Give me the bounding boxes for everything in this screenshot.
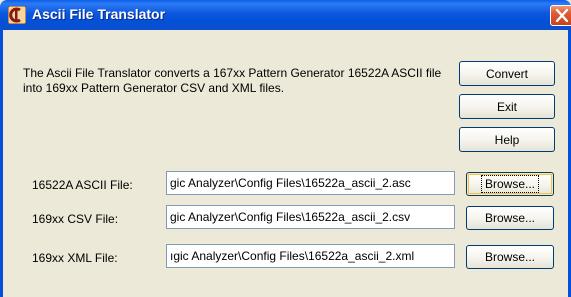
xml-file-path: ıgic Analyzer\Config Files\16522a_ascii_…	[170, 249, 415, 263]
exit-button[interactable]: Exit	[459, 94, 555, 119]
window-title: Ascii File Translator	[32, 6, 166, 22]
window-frame-left	[0, 30, 3, 297]
csv-file-label: 169xx CSV File:	[32, 212, 119, 226]
help-button[interactable]: Help	[459, 127, 555, 152]
xml-file-field[interactable]: ıgic Analyzer\Config Files\16522a_ascii_…	[166, 244, 455, 268]
close-button[interactable]	[550, 5, 571, 26]
xml-file-label: 169xx XML File:	[32, 251, 118, 265]
ascii-file-translator-window: Ascii File Translator The Ascii File Tra…	[0, 0, 571, 297]
ascii-file-field[interactable]: gic Analyzer\Config Files\16522a_ascii_2…	[166, 171, 455, 195]
csv-file-field[interactable]: gic Analyzer\Config Files\16522a_ascii_2…	[166, 205, 455, 229]
browse-ascii-button[interactable]: Browse...	[466, 172, 554, 196]
exit-button-label: Exit	[496, 99, 517, 114]
convert-button[interactable]: Convert	[459, 61, 555, 86]
close-icon	[555, 8, 569, 23]
ascii-file-path: gic Analyzer\Config Files\16522a_ascii_2…	[170, 176, 411, 190]
title-bar[interactable]: Ascii File Translator	[0, 0, 571, 30]
convert-button-label: Convert	[485, 66, 529, 81]
browse-csv-label: Browse...	[484, 211, 535, 225]
ascii-file-label: 16522A ASCII File:	[32, 178, 133, 192]
help-button-label: Help	[494, 132, 520, 147]
description-text: The Ascii File Translator converts a 167…	[23, 66, 442, 95]
browse-ascii-label: Browse...	[480, 175, 540, 193]
browse-xml-button[interactable]: Browse...	[466, 245, 554, 269]
browse-csv-button[interactable]: Browse...	[466, 206, 554, 230]
browse-xml-label: Browse...	[484, 250, 535, 264]
logic-analyzer-app-icon	[7, 5, 27, 25]
csv-file-path: gic Analyzer\Config Files\16522a_ascii_2…	[170, 210, 411, 224]
